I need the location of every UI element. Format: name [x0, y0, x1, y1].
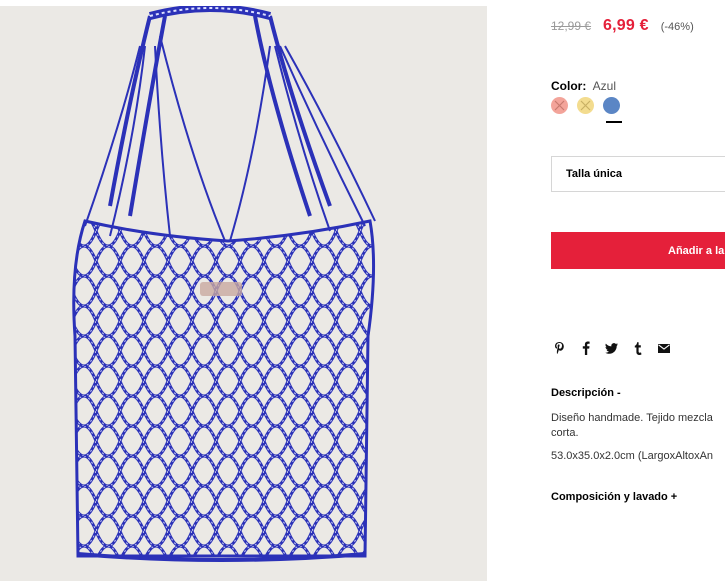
sale-price: 6,99 €: [603, 17, 649, 34]
discount-percent: (-46%): [660, 21, 694, 33]
email-icon[interactable]: [657, 341, 670, 355]
share-row: [553, 341, 683, 355]
add-to-cart-button[interactable]: Añadir a la: [551, 232, 725, 269]
swatch-azul[interactable]: [603, 97, 620, 114]
unavailable-cross-icon: [554, 100, 565, 111]
original-price: 12,99 €: [551, 19, 592, 33]
color-row: Color: Azul: [551, 79, 616, 93]
unavailable-cross-icon: [580, 100, 591, 111]
composition-toggle[interactable]: Composición y lavado +: [551, 491, 677, 503]
swatch-yellow[interactable]: [577, 97, 594, 114]
product-dimensions: 53.0x35.0x2.0cm (LargoxAltoxAn: [551, 450, 714, 462]
swatch-coral[interactable]: [551, 97, 568, 114]
twitter-icon[interactable]: [605, 341, 618, 355]
product-image[interactable]: [0, 6, 487, 581]
product-info-panel: 12,99 € 6,99 € (-46%) Color: Azul Talla …: [551, 0, 725, 581]
description-text: Diseño handmade. Tejido mezcla corta.: [551, 412, 713, 439]
color-swatches: [551, 97, 629, 114]
description-toggle[interactable]: Descripción -: [551, 387, 621, 399]
selected-swatch-indicator: [606, 121, 622, 123]
size-selector[interactable]: Talla única: [551, 156, 725, 192]
tumblr-icon[interactable]: [631, 341, 644, 355]
price-row: 12,99 € 6,99 € (-46%): [551, 17, 694, 35]
pinterest-icon[interactable]: [553, 341, 566, 355]
color-label: Color:: [551, 79, 587, 93]
mesh-bag-illustration: [72, 6, 376, 562]
color-value: Azul: [592, 79, 617, 93]
facebook-icon[interactable]: [579, 341, 592, 355]
